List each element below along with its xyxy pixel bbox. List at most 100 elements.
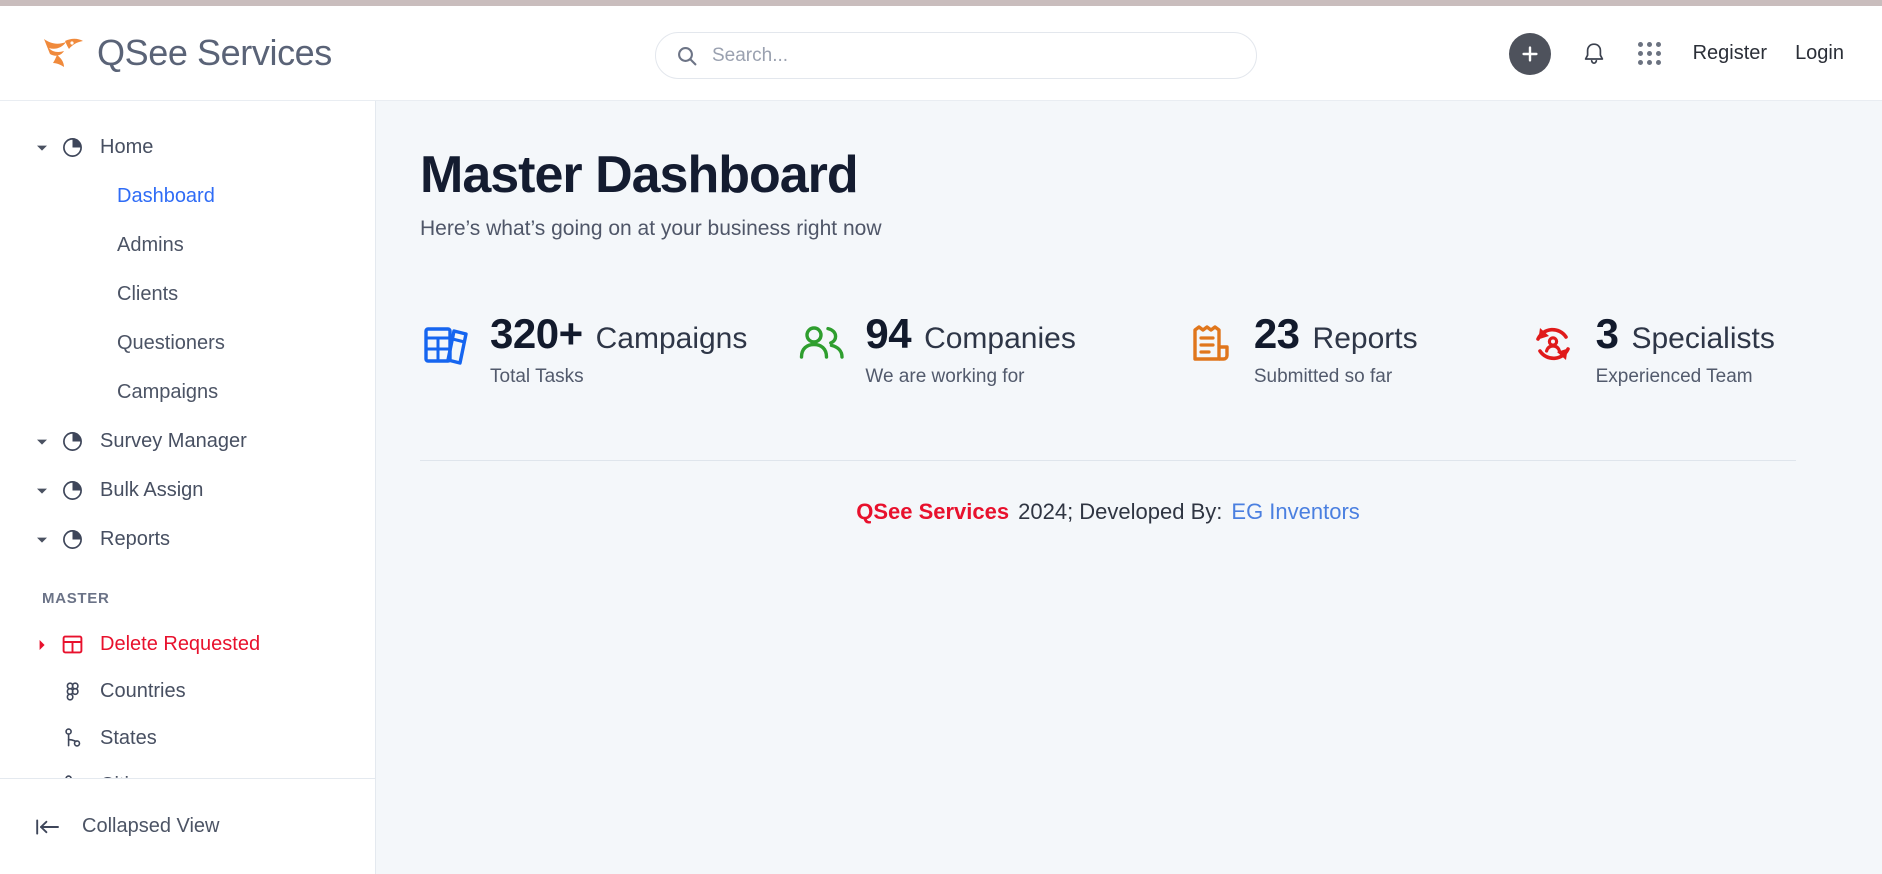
app-root: QSee Services Search... Register Login H… (0, 0, 1882, 874)
sidebar-group-label: Bulk Assign (100, 479, 204, 501)
search-input[interactable] (712, 33, 1236, 78)
stat-body: 3 Specialists Experienced Team (1596, 313, 1775, 388)
page-subtitle: Here’s what’s going on at your business … (420, 217, 882, 241)
sidebar-item-countries[interactable]: Countries (0, 668, 375, 715)
sidebar-item-cities[interactable]: Cities (0, 762, 375, 778)
stat-sublabel: Submitted so far (1253, 366, 1393, 388)
branch-node-icon (60, 727, 84, 750)
stat-sublabel: Experienced Team (1595, 366, 1753, 388)
page-title: Master Dashboard (420, 146, 859, 204)
notifications-button[interactable] (1577, 33, 1611, 75)
stat-sublabel: Total Tasks (490, 366, 584, 388)
stat-label: Specialists (1631, 322, 1775, 356)
stat-value: 3 (1595, 310, 1619, 358)
chevron-down-icon (34, 536, 50, 544)
chevron-down-icon (34, 487, 50, 495)
people-icon (795, 317, 849, 371)
pie-chart-icon (60, 528, 84, 551)
sidebar-item-clients[interactable]: Clients (0, 270, 375, 319)
sidebar-group-home[interactable]: Home (0, 123, 375, 172)
sidebar-item-delete-requested[interactable]: Delete Requested (0, 621, 375, 668)
fox-logo-icon (44, 38, 83, 67)
sidebar-group-label: Reports (100, 528, 171, 550)
search-icon (678, 46, 697, 65)
stat-head: 23 Reports (1254, 313, 1418, 355)
stat-value: 94 (865, 310, 912, 358)
login-link[interactable]: Login (1795, 42, 1844, 65)
stat-head: 3 Specialists (1596, 313, 1775, 355)
stat-value: 320+ (490, 310, 583, 358)
sidebar-item-label: Questioners (117, 332, 225, 354)
footer-brand: QSee Services (856, 499, 1010, 525)
sidebar-item-dashboard[interactable]: Dashboard (0, 172, 375, 221)
brand-name: QSee Services (97, 32, 332, 73)
stats-row: 320+ Campaigns Total Tasks 94 Companies … (420, 313, 1838, 388)
sidebar-item-label: Admins (117, 234, 184, 256)
sidebar-item-label: Clients (117, 283, 179, 305)
sidebar-item-questioners[interactable]: Questioners (0, 319, 375, 368)
body-split: Home Dashboard Admins Clients Questioner… (0, 101, 1882, 874)
add-button[interactable] (1508, 32, 1551, 75)
stat-body: 320+ Campaigns Total Tasks (490, 313, 747, 388)
stat-sublabel: We are working for (865, 366, 1025, 388)
sidebar-item-campaigns[interactable]: Campaigns (0, 368, 375, 417)
footer-copyright: 2024; Developed By: (1018, 499, 1223, 525)
stat-label: Reports (1312, 322, 1418, 356)
sidebar-group-survey-manager[interactable]: Survey Manager (0, 417, 375, 466)
receipt-icon (1184, 317, 1238, 371)
main-content: Master Dashboard Here’s what’s going on … (376, 101, 1882, 874)
sidebar-scroll[interactable]: Home Dashboard Admins Clients Questioner… (0, 101, 375, 778)
stat-label: Campaigns (595, 322, 748, 356)
apps-grid-icon (1638, 42, 1662, 65)
search-box[interactable] (655, 32, 1257, 79)
stat-label: Companies (924, 322, 1076, 356)
collapse-view-button[interactable]: Collapsed View (0, 778, 375, 874)
books-grid-icon (420, 317, 474, 371)
pie-chart-icon (60, 479, 84, 502)
stat-body: 94 Companies We are working for (865, 313, 1075, 388)
bell-icon (1584, 42, 1603, 64)
stat-body: 23 Reports Submitted so far (1254, 313, 1418, 388)
sidebar-item-label: Delete Requested (100, 633, 261, 655)
table-grid-icon (60, 633, 84, 656)
stat-head: 94 Companies (865, 313, 1075, 355)
page-footer: QSee Services 2024; Developed By: EG Inv… (420, 499, 1796, 525)
pie-chart-icon (60, 430, 84, 453)
header-actions: Register Login (1508, 6, 1844, 101)
stat-card-reports: 23 Reports Submitted so far (1184, 313, 1418, 388)
sidebar-item-label: Campaigns (117, 381, 219, 403)
figma-stack-icon (60, 680, 84, 703)
pie-chart-icon (60, 136, 84, 159)
apps-menu-button[interactable] (1633, 33, 1667, 75)
collapse-view-label: Collapsed View (82, 815, 220, 837)
refresh-person-icon (1526, 317, 1580, 371)
sidebar-group-label: Home (100, 136, 154, 158)
stat-card-companies: 94 Companies We are working for (795, 313, 1076, 388)
sidebar: Home Dashboard Admins Clients Questioner… (0, 101, 376, 874)
top-header: QSee Services Search... Register Login (0, 6, 1882, 101)
sidebar-item-label: Countries (100, 680, 186, 702)
sidebar-group-label: Survey Manager (100, 430, 247, 452)
search-container (655, 32, 1257, 79)
stat-head: 320+ Campaigns (490, 313, 747, 355)
plus-icon (1521, 45, 1538, 62)
stat-card-campaigns: 320+ Campaigns Total Tasks (420, 313, 747, 388)
footer-developer-link[interactable]: EG Inventors (1231, 499, 1359, 525)
sidebar-item-label: States (100, 727, 157, 749)
sidebar-item-admins[interactable]: Admins (0, 221, 375, 270)
sidebar-item-label: Dashboard (117, 185, 215, 207)
stat-value: 23 (1253, 310, 1300, 358)
content-divider (420, 460, 1796, 462)
chevron-right-icon (34, 639, 50, 651)
brand-logo[interactable]: QSee Services (41, 32, 332, 74)
sidebar-group-bulk-assign[interactable]: Bulk Assign (0, 466, 375, 515)
sidebar-group-reports[interactable]: Reports (0, 515, 375, 564)
chevron-down-icon (34, 438, 50, 446)
sidebar-section-title: MASTER (42, 590, 110, 607)
stat-card-specialists: 3 Specialists Experienced Team (1526, 313, 1775, 388)
main-inner: Master Dashboard Here’s what’s going on … (420, 147, 1838, 525)
sidebar-item-states[interactable]: States (0, 715, 375, 762)
collapse-left-icon (34, 818, 62, 836)
register-link[interactable]: Register (1693, 42, 1767, 65)
chevron-down-icon (34, 144, 50, 152)
